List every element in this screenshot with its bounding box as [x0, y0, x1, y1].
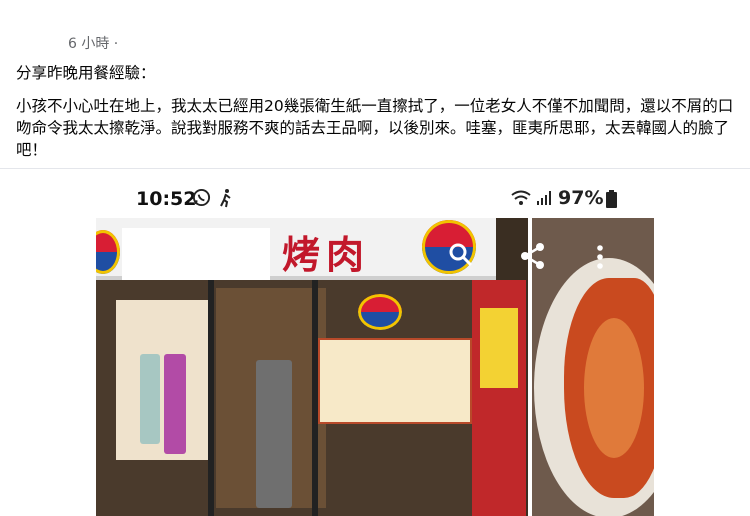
walking-icon — [218, 188, 234, 213]
attached-screenshot[interactable]: 10:52 97% 烤肉 — [96, 182, 654, 516]
phone-status-bar: 10:52 97% — [96, 182, 654, 216]
door-frame — [312, 280, 318, 516]
kimchi-photo[interactable] — [532, 218, 654, 516]
post-timestamp[interactable]: 6 小時 · — [68, 33, 118, 53]
kimchi-highlight — [584, 318, 644, 458]
vertical-banner — [472, 280, 526, 516]
search-icon[interactable] — [448, 242, 474, 274]
taegeuk-logo-left — [96, 230, 120, 274]
person-figure — [256, 360, 292, 508]
banner-yellow-block — [480, 308, 518, 388]
menu-poster — [318, 338, 472, 424]
share-icon[interactable] — [520, 242, 546, 276]
redacted-block — [122, 228, 270, 280]
divider — [0, 168, 750, 169]
sign-text: 烤肉 — [282, 232, 371, 277]
post-heading: 分享昨晚用餐經驗： — [16, 64, 156, 82]
storefront — [96, 280, 496, 516]
restaurant-photo[interactable]: 烤肉 — [96, 218, 528, 516]
status-time: 10:52 — [136, 188, 197, 210]
door-frame — [208, 280, 214, 516]
taegeuk-logo-inside — [358, 294, 402, 330]
whatsapp-icon — [192, 188, 211, 212]
restaurant-signboard: 烤肉 — [96, 218, 496, 280]
wifi-icon — [510, 190, 532, 211]
battery-percent: 97% — [558, 187, 604, 209]
more-vertical-icon[interactable] — [596, 244, 604, 276]
signal-icon — [536, 190, 552, 211]
battery-icon — [606, 190, 617, 213]
hanbok-figure-2 — [164, 354, 186, 454]
shop-window-left — [116, 300, 208, 460]
post-body: 小孩不小心吐在地上，我太太已經用20幾張衛生紙一直擦拭了，一位老女人不僅不加聞問… — [16, 97, 734, 159]
post-text: 分享昨晚用餐經驗： 小孩不小心吐在地上，我太太已經用20幾張衛生紙一直擦拭了，一… — [16, 62, 738, 172]
hanbok-figure-1 — [140, 354, 160, 444]
